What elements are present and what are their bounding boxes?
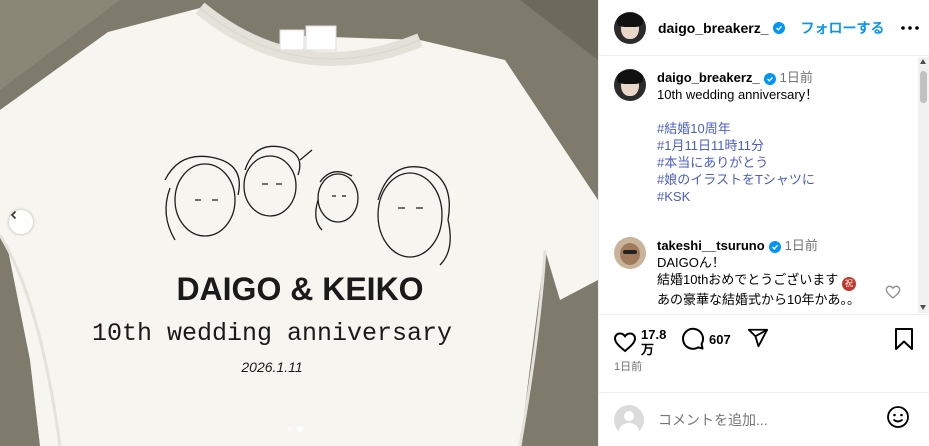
verified-badge-icon — [772, 21, 785, 34]
add-comment-bar — [599, 392, 929, 446]
heart-icon — [613, 332, 637, 353]
comments-section[interactable]: daigo_breakerz_ 1日前 10th wedding annivers… — [599, 57, 919, 313]
comment-item: takeshi__tsuruno 1日前 DAIGOん！ 結婚10thおめでとうご… — [614, 237, 897, 308]
follow-button[interactable]: フォローする — [801, 18, 885, 38]
caption: daigo_breakerz_ 1日前 10th wedding annivers… — [614, 69, 897, 205]
caption-username[interactable]: daigo_breakerz_ — [657, 70, 760, 85]
like-button[interactable]: 17.8 万 — [613, 327, 666, 357]
hashtag-link[interactable]: #KSK — [657, 188, 897, 205]
emoji-icon[interactable] — [886, 405, 910, 429]
save-button[interactable] — [893, 327, 915, 351]
post-image: DAIGO & KEIKO 10th wedding anniversary 2… — [0, 0, 598, 446]
celebration-emoji-icon: 祝 — [841, 276, 856, 291]
hashtag-link[interactable]: #結婚10周年 — [657, 120, 897, 137]
comment-like-heart-icon[interactable] — [885, 284, 901, 300]
avatar[interactable] — [614, 69, 646, 101]
share-icon — [747, 328, 769, 348]
shirt-text-anniversary: 10th wedding anniversary — [92, 319, 452, 348]
carousel-dot — [287, 426, 293, 432]
user-avatar — [614, 404, 644, 435]
shirt-text-date: 2026.1.11 — [240, 359, 302, 375]
tshirt-photo: DAIGO & KEIKO 10th wedding anniversary 2… — [0, 0, 598, 446]
add-comment-input[interactable] — [658, 411, 858, 428]
header-username[interactable]: daigo_breakerz_ — [658, 20, 769, 36]
post-panel: daigo_breakerz_ フォローする daigo_breakerz_ 1日… — [598, 0, 929, 446]
carousel-dot-active — [297, 426, 303, 432]
comment-line: DAIGOん！ — [657, 255, 725, 270]
chevron-left-icon — [10, 210, 17, 220]
comment-icon — [682, 327, 705, 350]
comment-time[interactable]: 1日前 — [785, 238, 818, 253]
like-count[interactable]: 17.8 万 — [641, 327, 666, 357]
comment-button[interactable]: 607 — [681, 327, 731, 351]
like-count-number: 17.8 — [641, 327, 667, 342]
avatar[interactable] — [614, 237, 646, 269]
carousel-indicator — [287, 426, 303, 432]
hashtag-link[interactable]: #娘のイラストをTシャツに — [657, 171, 897, 188]
caption-time[interactable]: 1日前 — [780, 70, 813, 85]
bookmark-icon — [895, 328, 913, 350]
comment-line: あの豪華な結婚式から10年かあ。。 — [657, 291, 860, 307]
carousel-prev-button[interactable] — [9, 210, 33, 234]
action-bar: 17.8 万 607 — [599, 314, 929, 364]
avatar[interactable] — [614, 11, 646, 44]
hashtag-link[interactable]: #本当にありがとう — [657, 154, 897, 171]
comment-count: 607 — [709, 331, 731, 347]
post-date[interactable]: 1日前 — [614, 358, 642, 374]
caption-text: 10th wedding anniversary！ — [657, 87, 819, 102]
more-options-icon[interactable] — [900, 18, 920, 38]
comment-username[interactable]: takeshi__tsuruno — [657, 238, 765, 253]
verified-badge-icon — [763, 72, 776, 85]
comments-scrollbar[interactable] — [918, 57, 929, 313]
like-count-unit: 万 — [641, 342, 655, 357]
share-button[interactable] — [747, 327, 769, 349]
shirt-text-names: DAIGO & KEIKO — [176, 271, 423, 307]
verified-badge-icon — [768, 240, 781, 253]
scroll-down-arrow-icon[interactable] — [920, 305, 926, 310]
scroll-thumb[interactable] — [920, 71, 927, 103]
comment-line: 結婚10thおめでとうございます — [657, 272, 839, 287]
post-header: daigo_breakerz_ フォローする — [599, 0, 929, 56]
scroll-up-arrow-icon[interactable] — [920, 59, 926, 64]
hashtag-link[interactable]: #1月11日11時11分 — [657, 137, 897, 154]
